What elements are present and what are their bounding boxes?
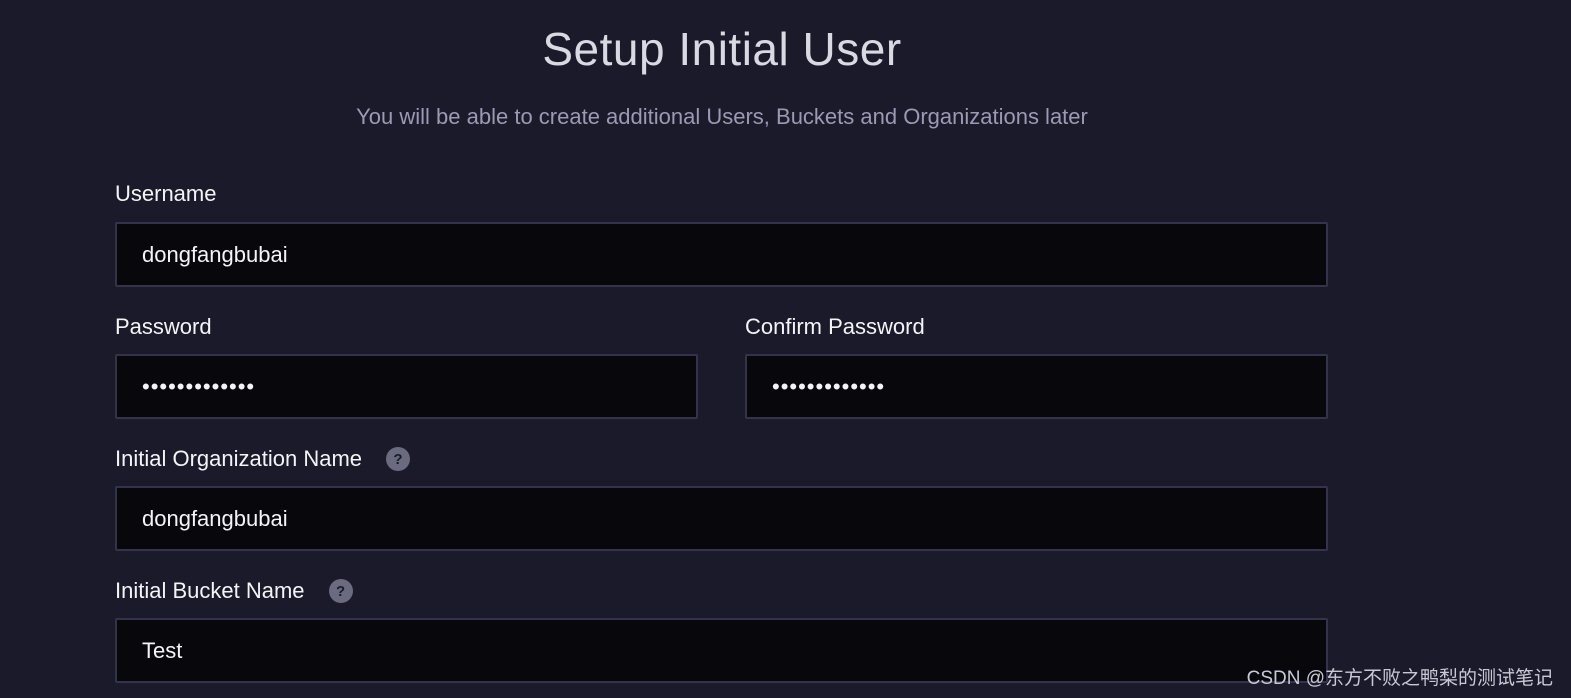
bucket-name-help-icon[interactable]: ? bbox=[328, 579, 353, 603]
org-name-label: Initial Organization Name ? bbox=[115, 446, 411, 472]
username-label: Username bbox=[115, 181, 216, 207]
confirm-password-input[interactable]: ••••••••••••• bbox=[745, 354, 1328, 419]
bucket-name-input[interactable]: Test bbox=[115, 618, 1328, 683]
page-subtitle: You will be able to create additional Us… bbox=[356, 104, 1088, 129]
org-name-value: dongfangbubai bbox=[142, 505, 288, 531]
bucket-name-label: Initial Bucket Name ? bbox=[115, 578, 353, 604]
username-input[interactable]: dongfangbubai bbox=[115, 222, 1328, 287]
password-value: ••••••••••••• bbox=[142, 373, 256, 399]
username-label-text: Username bbox=[115, 181, 217, 206]
org-name-help-icon[interactable]: ? bbox=[386, 447, 411, 471]
confirm-password-label-text: Confirm Password bbox=[745, 314, 925, 339]
bucket-name-value: Test bbox=[142, 637, 183, 663]
confirm-password-label: Confirm Password bbox=[745, 314, 925, 340]
org-name-label-text: Initial Organization Name bbox=[115, 446, 363, 471]
watermark: CSDN @东方不败之鸭梨的测试笔记 bbox=[1246, 668, 1553, 689]
org-name-input[interactable]: dongfangbubai bbox=[115, 486, 1328, 551]
password-label-text: Password bbox=[115, 314, 212, 339]
page-title: Setup Initial User bbox=[542, 23, 902, 75]
bucket-name-label-text: Initial Bucket Name bbox=[115, 578, 305, 603]
confirm-password-value: ••••••••••••• bbox=[772, 373, 886, 399]
password-label: Password bbox=[115, 314, 212, 340]
username-value: dongfangbubai bbox=[142, 241, 288, 267]
password-input[interactable]: ••••••••••••• bbox=[115, 354, 698, 419]
